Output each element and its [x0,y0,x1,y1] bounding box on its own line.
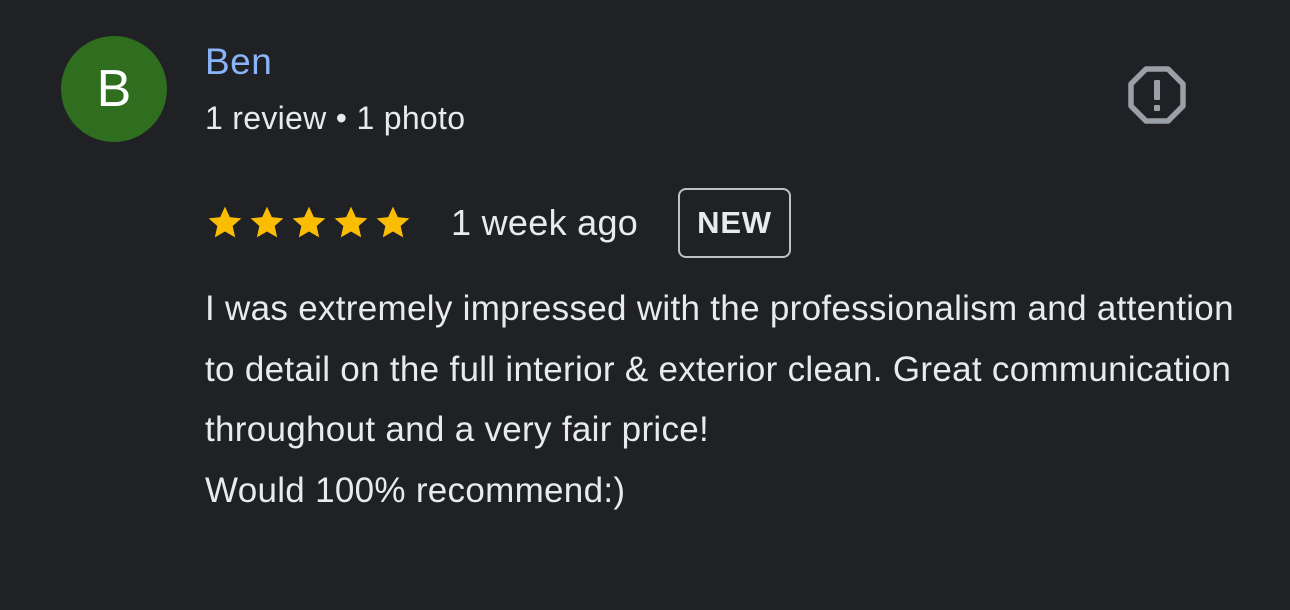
star-icon [292,206,326,238]
rating-row: 1 week ago NEW [205,186,791,260]
author-name[interactable]: Ben [205,40,272,84]
avatar[interactable]: B [61,36,167,142]
author-meta: 1 review • 1 photo [205,100,466,136]
star-icon [250,206,284,238]
review-card: B Ben 1 review • 1 photo 1 week ago NEW … [0,0,1290,610]
report-button[interactable] [1128,66,1186,124]
star-icon [376,206,410,238]
star-rating [205,203,413,243]
review-date: 1 week ago [451,202,639,243]
review-text: I was extremely impressed with the profe… [205,289,1234,510]
star-icon [334,206,368,238]
new-badge: NEW [678,188,791,258]
avatar-letter: B [96,60,132,118]
report-icon [1128,66,1186,124]
star-icon [208,206,242,238]
